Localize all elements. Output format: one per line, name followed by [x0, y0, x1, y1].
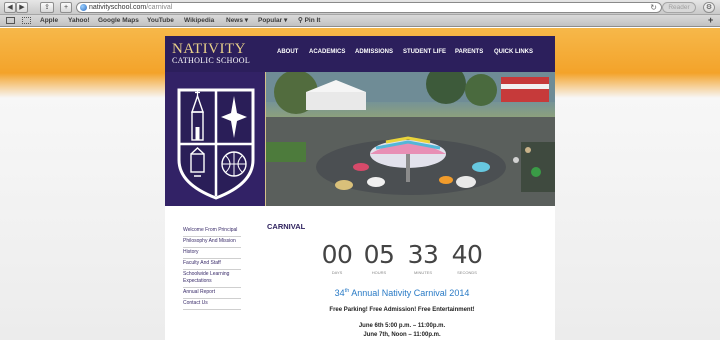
countdown-days-value: 00 — [321, 240, 353, 269]
bookmark-yahoo[interactable]: Yahoo! — [68, 15, 90, 26]
share-button[interactable]: ⇪ — [40, 2, 54, 13]
bookmark-apple[interactable]: Apple — [40, 15, 58, 26]
nav-quick-links[interactable]: QUICK LINKS — [494, 49, 533, 55]
nav-student-life[interactable]: STUDENT LIFE — [403, 49, 446, 55]
new-tab-button[interactable]: + — [60, 2, 72, 13]
settings-gear-icon[interactable]: ⚙ — [703, 2, 715, 13]
back-button[interactable]: ◀ — [4, 2, 16, 13]
countdown-minutes-label: MINUTES — [414, 270, 432, 275]
bookmark-popular-folder[interactable]: Popular ▾ — [258, 15, 287, 26]
sidebar-item-learning-expectations[interactable]: Schoolwide Learning Expectations — [183, 270, 241, 288]
address-bar[interactable]: nativityschool.com/carnival ↻ — [76, 2, 662, 13]
countdown-days-label: DAYS — [331, 270, 343, 275]
bookmark-news-folder[interactable]: News ▾ — [226, 15, 248, 26]
page-title: CARNIVAL — [267, 222, 306, 231]
globe-icon — [80, 4, 87, 11]
sidebar-item-philosophy[interactable]: Philosophy And Mission — [183, 237, 241, 248]
sidebar-item-contact[interactable]: Contact Us — [183, 299, 241, 310]
nav-about[interactable]: ABOUT — [277, 49, 298, 55]
nav-admissions[interactable]: ADMISSIONS — [355, 49, 393, 55]
carnival-photo — [266, 72, 555, 206]
url-domain: nativityschool.com — [89, 4, 147, 11]
countdown-seconds-value: 40 — [451, 240, 483, 269]
carnival-headline: 34th Annual Nativity Carnival 2014 — [334, 288, 470, 298]
sidebar-item-welcome[interactable]: Welcome From Principal — [183, 226, 241, 237]
site-container: NATIVITY CATHOLIC SCHOOL ABOUT ACADEMICS… — [165, 36, 555, 340]
sidebar-item-annual-report[interactable]: Annual Report — [183, 288, 241, 299]
countdown-timer: 00 DAYS 05 HOURS 33 MINUTES 40 SECONDS — [319, 242, 489, 278]
main-content: CARNIVAL 00 DAYS 05 HOURS 33 MINUTES 40 … — [267, 222, 555, 338]
carnival-date-2: June 7th, Noon – 11:00p.m. — [363, 332, 441, 338]
site-header: NATIVITY CATHOLIC SCHOOL ABOUT ACADEMICS… — [165, 36, 555, 72]
bookmarks-bar: Apple Yahoo! Google Maps YouTube Wikiped… — [0, 15, 720, 27]
site-logo-subtitle[interactable]: CATHOLIC SCHOOL — [172, 56, 250, 65]
reader-button[interactable]: Reader — [662, 2, 696, 13]
countdown-minutes-value: 33 — [407, 240, 439, 269]
top-sites-icon[interactable] — [22, 17, 31, 24]
bookmark-google-maps[interactable]: Google Maps — [98, 15, 139, 26]
url-path: /carnival — [146, 4, 173, 11]
carnival-subline: Free Parking! Free Admission! Free Enter… — [329, 307, 475, 313]
school-crest-icon — [177, 88, 255, 200]
hero-banner — [165, 72, 555, 206]
add-bookmark-icon[interactable]: + — [708, 15, 713, 26]
reload-icon[interactable]: ↻ — [650, 3, 657, 12]
countdown-seconds-label: SECONDS — [457, 270, 477, 275]
countdown-hours-value: 05 — [363, 240, 395, 269]
sidebar-nav: Welcome From Principal Philosophy And Mi… — [183, 226, 241, 310]
countdown-hours-label: HOURS — [371, 270, 387, 275]
carnival-dates: June 6th 5:00 p.m. – 11:00p.m. June 7th,… — [267, 322, 537, 340]
countdown-days: 00 DAYS — [319, 240, 355, 276]
carnival-date-1: June 6th 5:00 p.m. – 11:00p.m. — [358, 323, 446, 329]
reading-list-icon[interactable] — [6, 17, 15, 24]
sidebar-item-faculty[interactable]: Faculty And Staff — [183, 259, 241, 270]
countdown-hours: 05 HOURS — [361, 240, 397, 276]
sidebar-item-history[interactable]: History — [183, 248, 241, 259]
nav-academics[interactable]: ACADEMICS — [309, 49, 345, 55]
bookmark-youtube[interactable]: YouTube — [147, 15, 174, 26]
browser-toolbar: ◀ ▶ ⇪ + nativityschool.com/carnival ↻ Re… — [0, 0, 720, 15]
nav-parents[interactable]: PARENTS — [455, 49, 483, 55]
countdown-seconds: 40 SECONDS — [449, 240, 485, 276]
forward-button[interactable]: ▶ — [16, 2, 28, 13]
countdown-minutes: 33 MINUTES — [405, 240, 441, 276]
bookmark-pin-it[interactable]: ⚲ Pin It — [298, 15, 320, 26]
bookmark-wikipedia[interactable]: Wikipedia — [184, 15, 214, 26]
crest-panel — [165, 72, 266, 206]
